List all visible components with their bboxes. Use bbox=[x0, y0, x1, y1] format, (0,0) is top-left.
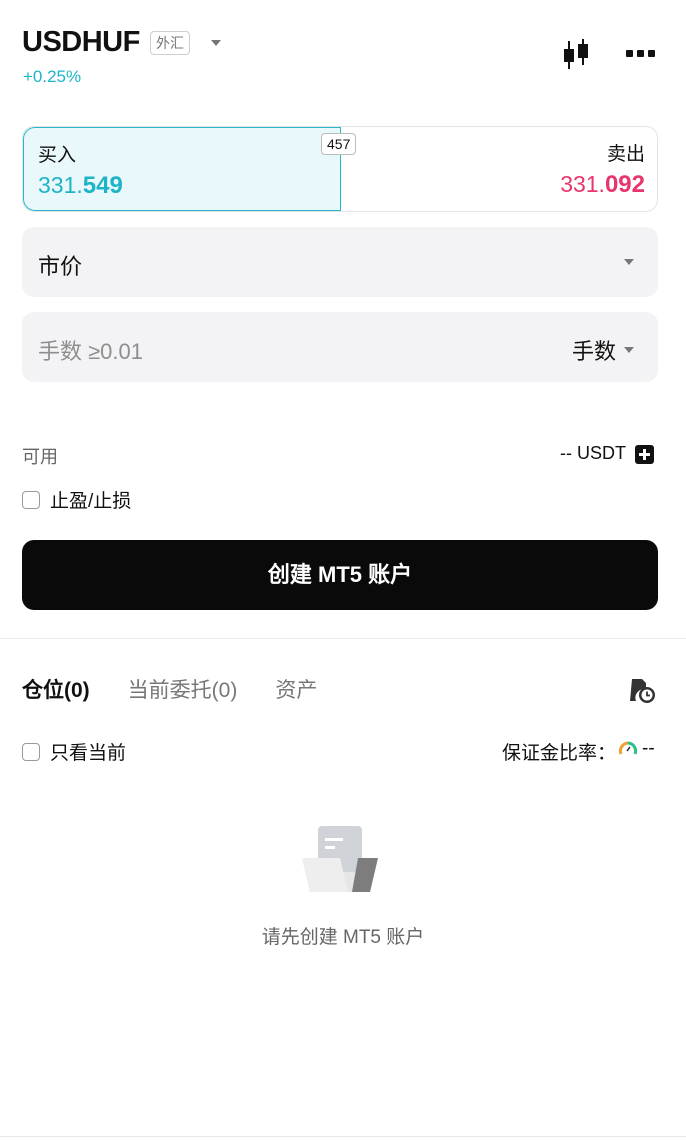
gauge-icon bbox=[618, 741, 638, 755]
only-current-toggle[interactable]: 只看当前 bbox=[22, 738, 126, 765]
tab-open-orders[interactable]: 当前委托(0) bbox=[128, 674, 238, 704]
only-current-label: 只看当前 bbox=[50, 743, 127, 764]
sell-label: 卖出 bbox=[606, 144, 645, 165]
category-tag: 外汇 bbox=[150, 31, 190, 55]
tab-assets[interactable]: 资产 bbox=[275, 674, 317, 704]
create-mt5-account-button[interactable]: 创建 MT5 账户 bbox=[22, 540, 658, 610]
add-funds-icon[interactable] bbox=[635, 445, 654, 464]
margin-ratio-value: -- bbox=[642, 738, 655, 759]
symbol-title[interactable]: USDHUF bbox=[22, 26, 140, 59]
quote-selector: 买入 331.549 卖出 331.092 457 bbox=[22, 126, 658, 212]
lots-input[interactable]: 手数 ≥0.01 手数 bbox=[22, 312, 658, 382]
lots-unit-label: 手数 bbox=[571, 339, 616, 364]
candlestick-icon[interactable] bbox=[562, 39, 592, 71]
available-label: 可用 bbox=[22, 447, 58, 467]
header: USDHUF 外汇 +0.25% bbox=[22, 24, 664, 94]
sell-price: 331.092 bbox=[560, 171, 645, 198]
positions-tabs: 仓位(0) 当前委托(0) 资产 bbox=[22, 674, 317, 704]
margin-ratio-label: 保证金比率： bbox=[501, 743, 616, 764]
spread-badge: 457 bbox=[321, 133, 357, 155]
available-value: -- USDT bbox=[560, 443, 626, 463]
buy-label: 买入 bbox=[38, 145, 77, 166]
divider bbox=[0, 638, 686, 639]
more-icon[interactable] bbox=[626, 50, 656, 58]
chevron-down-icon bbox=[624, 347, 634, 353]
empty-document-icon bbox=[302, 826, 378, 892]
history-icon[interactable] bbox=[626, 675, 658, 705]
bottom-divider bbox=[0, 1136, 686, 1137]
buy-option[interactable]: 买入 331.549 bbox=[23, 127, 341, 211]
chevron-down-icon bbox=[624, 259, 634, 265]
only-current-checkbox[interactable] bbox=[22, 742, 40, 761]
buy-price: 331.549 bbox=[38, 172, 123, 199]
tp-sl-label: 止盈/止损 bbox=[50, 491, 132, 512]
order-type-value: 市价 bbox=[38, 254, 83, 279]
order-type-select[interactable]: 市价 bbox=[22, 227, 658, 297]
tab-positions[interactable]: 仓位(0) bbox=[22, 674, 90, 704]
chevron-down-icon[interactable] bbox=[211, 40, 221, 46]
empty-state-text: 请先创建 MT5 账户 bbox=[261, 927, 425, 948]
price-change: +0.25% bbox=[23, 67, 82, 86]
tp-sl-checkbox[interactable] bbox=[22, 490, 40, 509]
sell-option[interactable]: 卖出 331.092 bbox=[341, 127, 657, 211]
tp-sl-toggle[interactable]: 止盈/止损 bbox=[22, 486, 131, 513]
lots-unit-select[interactable]: 手数 bbox=[572, 334, 634, 366]
lots-placeholder: 手数 ≥0.01 bbox=[38, 339, 144, 364]
